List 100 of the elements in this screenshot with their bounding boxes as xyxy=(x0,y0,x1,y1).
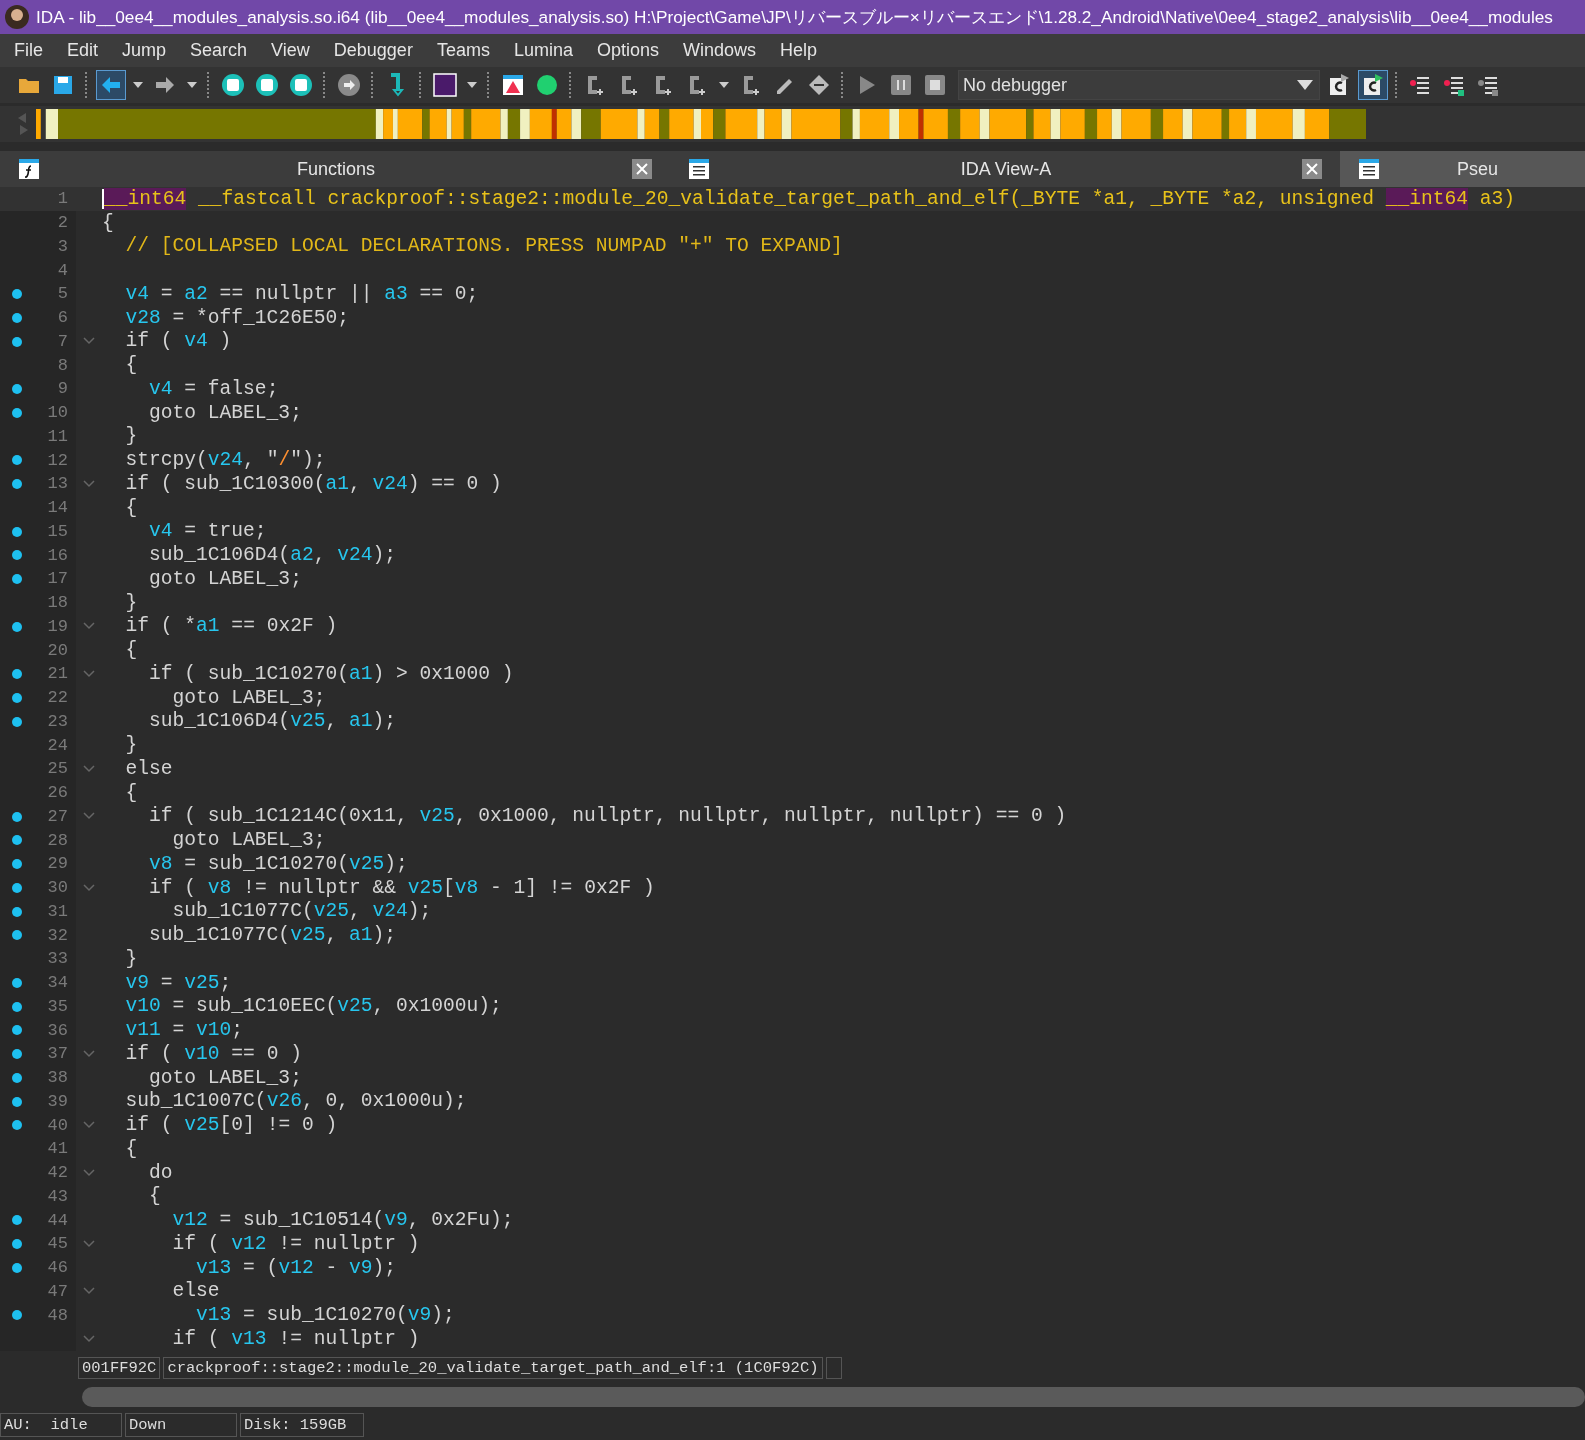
menu-item[interactable]: Windows xyxy=(671,40,768,61)
function-location: crackproof::stage2::module_20_validate_target_path_and_elf:1 (1C0F92C) xyxy=(163,1356,823,1379)
breakpoint-dot[interactable] xyxy=(12,289,22,299)
code-line: { xyxy=(124,354,138,377)
breakpoint-dot[interactable] xyxy=(12,312,22,323)
line-number: 6 xyxy=(57,308,68,328)
fold-caret-icon[interactable] xyxy=(83,764,95,773)
menu-item[interactable]: Debugger xyxy=(321,40,425,61)
breakpoint-dot[interactable] xyxy=(12,574,22,584)
menu-item[interactable]: View xyxy=(259,40,322,61)
menu-item[interactable]: Jump xyxy=(110,40,179,61)
menu-item[interactable]: Edit xyxy=(55,40,111,61)
code-line: do xyxy=(148,1161,173,1184)
breakpoint-dot[interactable] xyxy=(12,1120,22,1131)
code-line: { xyxy=(124,496,138,519)
line-number: 28 xyxy=(47,830,68,850)
breakpoint-dot[interactable] xyxy=(12,384,22,394)
breakpoint-dot[interactable] xyxy=(12,1310,22,1321)
fold-caret-icon[interactable] xyxy=(83,1121,95,1130)
line-number: 9 xyxy=(57,379,68,399)
toolbar-button[interactable] xyxy=(1358,70,1388,100)
menu-item[interactable]: Help xyxy=(768,40,830,61)
debugger-select[interactable]: No debugger xyxy=(958,70,1320,100)
breakpoint-dot[interactable] xyxy=(12,859,22,869)
code-line: { xyxy=(124,781,138,804)
toolbar-button[interactable] xyxy=(430,70,460,100)
code-line: if ( v4 ) xyxy=(124,330,232,353)
code-line: v9 = v25; xyxy=(124,971,232,994)
code-line: else xyxy=(171,1280,220,1303)
breakpoint-dot[interactable] xyxy=(12,1072,22,1083)
fold-caret-icon[interactable] xyxy=(83,479,95,488)
breakpoint-dot[interactable] xyxy=(12,621,22,632)
menu-item[interactable]: File xyxy=(2,40,55,61)
menu-item[interactable]: Search xyxy=(178,40,260,61)
code-line: } xyxy=(124,734,138,757)
close-button[interactable] xyxy=(632,159,652,179)
breakpoint-dot[interactable] xyxy=(12,692,22,703)
breakpoint-dot[interactable] xyxy=(12,882,22,893)
breakpoint-dot[interactable] xyxy=(12,835,22,846)
fold-caret-icon[interactable] xyxy=(83,669,95,678)
code-line: goto LABEL_3; xyxy=(148,1066,302,1089)
line-number: 21 xyxy=(47,664,68,684)
menu-item[interactable]: Options xyxy=(584,40,671,61)
line-number: 37 xyxy=(47,1044,68,1064)
code-line: } xyxy=(124,947,138,970)
close-button[interactable] xyxy=(1302,159,1322,179)
code-line: v12 = sub_1C10514(v9, 0x2Fu); xyxy=(171,1209,514,1232)
navigation-band[interactable] xyxy=(36,109,1366,139)
line-number: 23 xyxy=(47,711,68,731)
horizontal-scrollbar[interactable] xyxy=(82,1386,1585,1407)
menu-item[interactable]: Teams xyxy=(424,40,502,61)
fold-caret-icon[interactable] xyxy=(83,622,95,631)
code-line: if ( sub_1C10270(a1) > 0x1000 ) xyxy=(148,662,514,685)
tab[interactable]: Pseu xyxy=(1340,151,1585,187)
line-number: 47 xyxy=(47,1281,68,1301)
fold-caret-icon[interactable] xyxy=(83,337,95,346)
close-icon xyxy=(1306,163,1318,175)
fold-caret-icon[interactable] xyxy=(83,812,95,821)
fold-caret-icon[interactable] xyxy=(83,883,95,892)
menu-item[interactable]: Lumina xyxy=(501,40,585,61)
line-number: 33 xyxy=(47,949,68,969)
breakpoint-dot[interactable] xyxy=(12,550,22,561)
breakpoint-dot[interactable] xyxy=(12,1025,22,1036)
breakpoint-dot[interactable] xyxy=(12,336,22,347)
breakpoint-dot[interactable] xyxy=(12,811,22,822)
fold-caret-icon[interactable] xyxy=(83,1049,95,1058)
breakpoint-dot[interactable] xyxy=(12,1001,22,1012)
line-number: 4 xyxy=(57,260,68,280)
breakpoint-dot[interactable] xyxy=(12,1262,22,1273)
breakpoint-dot[interactable] xyxy=(12,1239,22,1249)
breakpoint-dot[interactable] xyxy=(12,716,22,727)
fold-caret-icon[interactable] xyxy=(83,1168,95,1177)
code-line: goto LABEL_3; xyxy=(171,686,326,709)
line-number: 15 xyxy=(47,521,68,541)
breakpoint-dot[interactable] xyxy=(12,526,22,537)
breakpoint-dot[interactable] xyxy=(12,669,22,679)
breakpoint-dot[interactable] xyxy=(12,479,22,489)
breakpoint-dot[interactable] xyxy=(12,1215,22,1226)
line-number: 35 xyxy=(47,996,68,1016)
line-number: 3 xyxy=(57,236,68,256)
breakpoint-dot[interactable] xyxy=(12,930,22,941)
line-number: 19 xyxy=(47,616,68,636)
fold-caret-icon[interactable] xyxy=(83,1334,95,1343)
stop-icon xyxy=(923,73,947,97)
line-number: 31 xyxy=(47,901,68,921)
code-line: v4 = false; xyxy=(148,377,279,400)
app-icon xyxy=(4,4,30,30)
breakpoint-dot[interactable] xyxy=(12,455,22,466)
caret-icon xyxy=(719,82,729,88)
breakpoint-dot[interactable] xyxy=(12,1049,22,1059)
line-number: 24 xyxy=(47,735,68,755)
breakpoint-dot[interactable] xyxy=(12,407,22,418)
fold-caret-icon[interactable] xyxy=(83,1239,95,1248)
code-line: if ( v13 != nullptr ) xyxy=(171,1327,420,1350)
breakpoint-dot[interactable] xyxy=(12,977,22,988)
code-line: if ( v25[0] != 0 ) xyxy=(124,1114,338,1137)
fold-caret-icon[interactable] xyxy=(83,1287,95,1296)
line-number: 13 xyxy=(47,474,68,494)
breakpoint-dot[interactable] xyxy=(12,1096,22,1107)
breakpoint-dot[interactable] xyxy=(12,906,22,917)
